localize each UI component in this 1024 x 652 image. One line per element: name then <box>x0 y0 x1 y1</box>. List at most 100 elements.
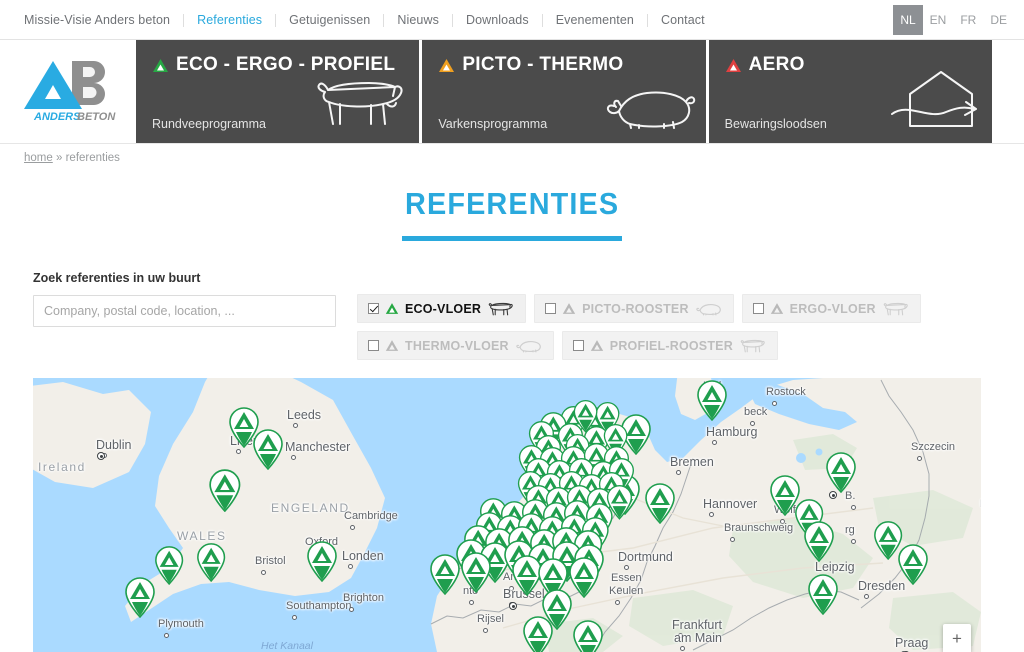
map-reference-marker[interactable] <box>459 551 493 593</box>
map-city-dot <box>292 615 297 620</box>
main-navigation: Missie-Visie Anders beton Referenties Ge… <box>0 0 718 40</box>
map-city-dot <box>678 633 683 638</box>
map-reference-marker[interactable] <box>802 520 836 562</box>
title-underline <box>402 236 622 241</box>
checkbox-icon[interactable] <box>572 340 584 351</box>
banner-title: ECO - ERGO - PROFIEL <box>176 54 396 75</box>
map-city-dot <box>712 440 717 445</box>
language-en[interactable]: EN <box>923 5 954 35</box>
breadcrumb: home » referenties <box>0 144 1024 178</box>
banner-eco-ergo-profiel[interactable]: ECO - ERGO - PROFIEL Rundveeprogramma <box>136 40 420 143</box>
map-capital-dot <box>829 491 837 499</box>
filter-thermo-vloer[interactable]: THERMO-VLOER <box>357 331 554 360</box>
checkbox-icon[interactable] <box>752 303 764 314</box>
barn-airflow-icon <box>884 68 984 137</box>
map-reference-marker[interactable] <box>123 576 157 618</box>
pig-outline-icon <box>695 304 721 316</box>
map-city-dot <box>617 587 622 592</box>
program-banners: ECO - ERGO - PROFIEL Rundveeprogramma PI… <box>136 40 1024 143</box>
filter-ergo-vloer[interactable]: ERGO-VLOER <box>741 294 921 323</box>
triangle-icon <box>153 58 168 72</box>
map-capital-dot <box>509 602 517 610</box>
banner-subtitle: Varkensprogramma <box>438 117 548 131</box>
banner-subtitle: Rundveeprogramma <box>152 117 266 131</box>
triangle-icon <box>385 340 399 351</box>
map-capital-dot <box>97 452 105 460</box>
language-fr[interactable]: FR <box>953 5 983 35</box>
language-switcher: NL EN FR DE <box>893 0 1014 40</box>
page-title: REFERENTIES <box>404 186 620 221</box>
map-city-dot <box>348 564 353 569</box>
cow-outline-icon <box>311 74 411 137</box>
cow-outline-icon <box>883 302 908 315</box>
filter-row-1: ECO-VLOER PICTO-ROOSTER ERGO-VLOER <box>357 294 977 323</box>
map-reference-marker[interactable] <box>896 543 930 585</box>
filter-row-2: THERMO-VLOER PROFIEL-ROOSTER <box>357 331 977 360</box>
nav-item-evenementen[interactable]: Evenementen <box>543 13 648 27</box>
triangle-icon <box>770 303 783 314</box>
map-reference-marker[interactable] <box>251 428 285 470</box>
map-city-dot <box>483 628 488 633</box>
triangle-icon <box>725 58 741 72</box>
references-map[interactable]: IrelandDublinLeedsLiverpManchesterENGELA… <box>33 378 981 652</box>
logo-link[interactable]: ANDERS BETON <box>0 40 136 143</box>
map-city-dot <box>750 421 755 426</box>
map-city-dot <box>291 455 296 460</box>
triangle-icon <box>562 303 576 314</box>
map-city-dot <box>164 633 169 638</box>
triangle-icon <box>590 340 603 351</box>
filter-eco-vloer[interactable]: ECO-VLOER <box>357 294 527 323</box>
language-nl[interactable]: NL <box>893 5 923 35</box>
site-header: ANDERS BETON ECO - ERGO - PROFIEL Rundve… <box>0 40 1024 144</box>
map-reference-marker[interactable] <box>824 451 858 493</box>
logo-mark-icon: ANDERS BETON <box>24 60 116 123</box>
banner-title-row: ECO - ERGO - PROFIEL <box>152 54 403 76</box>
map-reference-marker[interactable] <box>695 379 729 421</box>
nav-item-contact[interactable]: Contact <box>648 13 718 27</box>
filter-profiel-rooster[interactable]: PROFIEL-ROOSTER <box>561 331 778 360</box>
map-reference-marker[interactable] <box>428 553 462 595</box>
map-city-dot <box>349 607 354 612</box>
map-reference-marker[interactable] <box>153 545 185 585</box>
breadcrumb-home[interactable]: home <box>24 152 53 164</box>
map-city-dot <box>917 456 922 461</box>
map-reference-marker[interactable] <box>643 482 677 524</box>
map-city-dot <box>615 600 620 605</box>
page-title-section: REFERENTIES <box>0 186 1024 241</box>
filter-picto-rooster[interactable]: PICTO-ROOSTER <box>534 294 734 323</box>
map-reference-marker[interactable] <box>571 619 605 652</box>
cow-outline-icon <box>740 339 765 352</box>
nav-item-referenties[interactable]: Referenties <box>184 13 277 27</box>
map-city-dot <box>851 505 856 510</box>
map-zoom-in-button[interactable]: + <box>943 624 971 652</box>
nav-item-nieuws[interactable]: Nieuws <box>384 13 453 27</box>
banner-title: AERO <box>748 54 805 75</box>
map-city-dot <box>236 449 241 454</box>
banner-subtitle: Bewaringsloodsen <box>724 117 827 131</box>
checkbox-icon[interactable] <box>368 340 379 351</box>
checkbox-icon[interactable] <box>368 303 379 314</box>
banner-picto-thermo[interactable]: PICTO - THERMO Varkensprogramma <box>422 40 706 143</box>
breadcrumb-current: referenties <box>65 152 120 164</box>
triangle-icon <box>439 58 455 72</box>
map-city-dot <box>864 594 869 599</box>
nav-item-downloads[interactable]: Downloads <box>453 13 543 27</box>
nav-item-getuigenissen[interactable]: Getuigenissen <box>276 13 385 27</box>
cow-outline-icon <box>488 302 513 315</box>
pig-outline-icon <box>602 80 698 137</box>
filter-group: ECO-VLOER PICTO-ROOSTER ERGO-VLOER THERM… <box>357 294 977 368</box>
map-city-dot <box>680 646 685 651</box>
nav-item-missie-visie[interactable]: Missie-Visie Anders beton <box>24 13 185 27</box>
map-reference-marker[interactable] <box>305 540 339 582</box>
filter-label: PROFIEL-ROOSTER <box>609 338 733 353</box>
banner-aero[interactable]: AERO Bewaringsloodsen <box>708 40 992 143</box>
language-de[interactable]: DE <box>983 5 1014 35</box>
map-reference-marker[interactable] <box>806 573 840 615</box>
map-reference-marker[interactable] <box>195 542 227 582</box>
map-city-dot <box>780 519 785 524</box>
checkbox-icon[interactable] <box>545 303 557 314</box>
map-city-dot <box>676 470 681 475</box>
map-reference-marker[interactable] <box>207 468 243 513</box>
map-reference-marker[interactable] <box>521 615 555 652</box>
search-input[interactable] <box>33 295 336 327</box>
